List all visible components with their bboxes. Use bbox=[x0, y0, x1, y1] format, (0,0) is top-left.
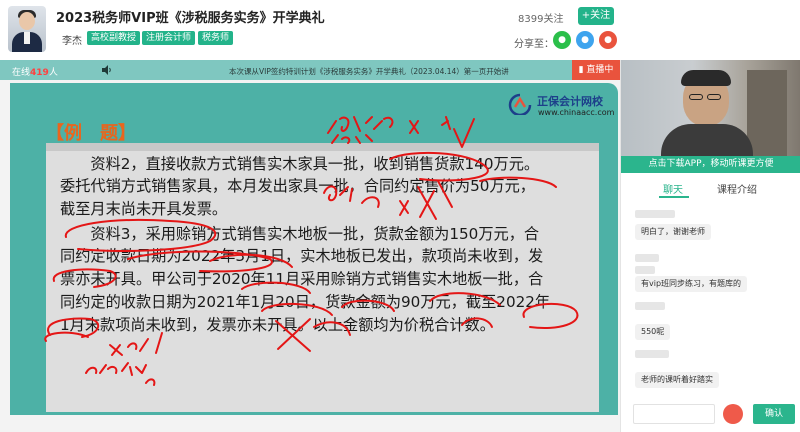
qq-icon[interactable]: ● bbox=[576, 31, 594, 49]
slide-text-line: 截至月末尚未开具发票。 bbox=[60, 200, 228, 218]
chinaacc-logo-icon bbox=[508, 93, 532, 115]
chat-username bbox=[635, 350, 669, 358]
teacher-tag: 税务师 bbox=[198, 31, 234, 45]
chat-message: 老师的课听着好踏实 bbox=[635, 372, 719, 388]
teacher-avatar[interactable] bbox=[8, 6, 46, 52]
slide-text-line: 1月末款项尚未收到，发票亦未开具。以上金额均为价税合计数。 bbox=[60, 316, 495, 334]
chat-input-bar: 确认 bbox=[621, 396, 800, 432]
chat-username bbox=[635, 210, 675, 218]
tab-chat[interactable]: 聊天 bbox=[663, 181, 683, 196]
tab-active-indicator bbox=[659, 196, 689, 198]
slide-text-line: 票亦未开具。甲公司于2020年11月采用赊销方式销售实木地板一批，合 bbox=[60, 270, 544, 288]
speaker-icon[interactable] bbox=[101, 64, 113, 76]
teacher-name: 李杰 bbox=[62, 36, 82, 47]
slide-text-line: 资料3，采用赊销方式销售实木地板一批，货款金额为150万元，合 bbox=[60, 225, 540, 243]
chat-username bbox=[635, 266, 655, 274]
chat-list: 明白了，谢谢老师 有vip班同步练习，有题库的 550呢 老师的课听着好踏实 bbox=[621, 200, 800, 396]
chat-message: 550呢 bbox=[635, 324, 671, 340]
chat-message: 明白了，谢谢老师 bbox=[635, 224, 711, 240]
slide-text-line: 资料2，直接收款方式销售实木家具一批，收到销售货款140万元。 bbox=[60, 155, 540, 173]
teacher-tag: 高校副教授 bbox=[87, 31, 141, 45]
online-count: 在线419人 bbox=[12, 68, 58, 78]
panel-tabs: 聊天 课程介绍 bbox=[621, 176, 800, 198]
teacher-video[interactable] bbox=[621, 60, 800, 156]
slide-stage: 【例 题】 正保会计网校 www.chinaacc.com 资料2，直接收款方式… bbox=[0, 80, 620, 432]
exam-label: 【例 题】 bbox=[46, 123, 136, 144]
tab-course-intro[interactable]: 课程介绍 bbox=[717, 181, 757, 196]
live-badge: ▮ 直播中 bbox=[572, 60, 620, 80]
chat-input[interactable] bbox=[633, 404, 715, 424]
slide-text-line: 委托代销方式销售家具，本月发出家具一批，合同约定售价为50万元， bbox=[60, 177, 535, 195]
live-status-bar: 在线419人 本次课从VIP签约特训计划《涉税服务实务》开学典礼（2023.04… bbox=[0, 60, 620, 80]
live-info-text: 本次课从VIP签约特训计划《涉税服务实务》开学典礼（2023.04.14）第一页… bbox=[229, 67, 509, 76]
slide-text-line: 同约定收款日期为2022年3月1日，实木地板已发出，款项尚未收到，发 bbox=[60, 247, 544, 265]
download-app-banner[interactable]: 点击下载APP，移动听课更方便 bbox=[621, 156, 800, 173]
follow-button[interactable]: +关注 bbox=[578, 7, 614, 25]
logo-name: 正保会计网校 bbox=[537, 95, 603, 108]
wechat-icon[interactable]: ● bbox=[553, 31, 571, 49]
send-button[interactable]: 确认 bbox=[753, 404, 795, 424]
teacher-tag: 注册会计师 bbox=[142, 31, 196, 45]
follow-count: 8399关注 bbox=[518, 14, 564, 25]
chat-username bbox=[635, 254, 659, 262]
share-label: 分享至： bbox=[514, 39, 554, 50]
live-classroom-window: 2023税务师VIP班《涉税服务实务》开学典礼 李杰 高校副教授 注册会计师 税… bbox=[0, 0, 800, 432]
gift-flower-icon[interactable] bbox=[723, 404, 743, 424]
weibo-icon[interactable]: ● bbox=[599, 31, 617, 49]
right-panel: 点击下载APP，移动听课更方便 聊天 课程介绍 明白了，谢谢老师 有vip班同步… bbox=[620, 60, 800, 432]
logo-url: www.chinaacc.com bbox=[538, 108, 615, 117]
slide-text-line: 同约定的收款日期为2021年1月20日，货款金额为90万元，截至2022年 bbox=[60, 293, 551, 311]
slide: 【例 题】 正保会计网校 www.chinaacc.com 资料2，直接收款方式… bbox=[10, 83, 618, 415]
chat-message: 有vip班同步练习，有题库的 bbox=[635, 276, 748, 292]
course-title: 2023税务师VIP班《涉税服务实务》开学典礼 bbox=[56, 11, 325, 26]
course-header: 2023税务师VIP班《涉税服务实务》开学典礼 李杰 高校副教授 注册会计师 税… bbox=[0, 0, 800, 58]
chat-username bbox=[635, 302, 665, 310]
